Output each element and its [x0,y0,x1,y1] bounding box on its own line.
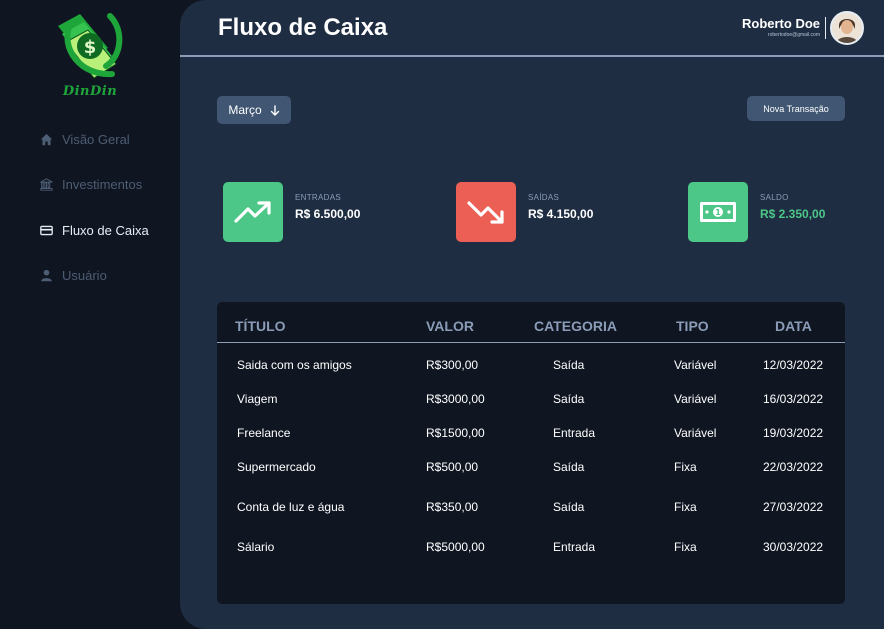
header: Fluxo de Caixa Roberto Doe robertodoe@gm… [180,0,884,57]
cell-titulo: Viagem [237,392,278,406]
card-label: SAÍDAS [528,193,560,202]
column-header-valor[interactable]: VALOR [426,318,474,334]
cell-titulo: Freelance [237,426,291,440]
sidebar-item-visao-geral[interactable]: Visão Geral [40,132,130,147]
table-row[interactable]: Supermercado R$500,00 Saída Fixa 22/03/2… [217,460,845,480]
column-header-data[interactable]: DATA [775,318,812,334]
sidebar-item-label: Fluxo de Caixa [62,223,149,238]
cell-categoria: Saída [553,460,585,474]
sidebar-item-fluxo-de-caixa[interactable]: Fluxo de Caixa [40,223,149,238]
card-label: SALDO [760,193,789,202]
month-label: Março [228,103,262,117]
sidebar-item-usuario[interactable]: Usuário [40,268,107,283]
card-value: R$ 6.500,00 [295,207,361,221]
cell-data: 12/03/2022 [763,358,824,372]
trending-down-icon [456,182,516,242]
cell-categoria: Entrada [553,540,596,554]
table-row[interactable]: Saida com os amigos R$300,00 Saída Variá… [217,358,845,378]
cell-tipo: Fixa [674,540,697,554]
money-logo-icon: $ [58,13,123,79]
cell-tipo: Variável [674,426,717,440]
summary-card-saidas: SAÍDAS R$ 4.150,00 [456,182,593,242]
cell-valor: R$300,00 [426,358,479,372]
cell-titulo: Sálario [237,540,275,554]
new-transaction-button[interactable]: Nova Transação [747,96,845,121]
column-header-titulo[interactable]: TÍTULO [235,318,286,334]
user-icon [41,269,52,282]
cell-titulo: Conta de luz e água [237,500,345,514]
sidebar-item-label: Usuário [62,268,107,283]
table-row[interactable]: Sálario R$5000,00 Entrada Fixa 30/03/202… [217,540,845,560]
cell-valor: R$5000,00 [426,540,485,554]
sidebar-item-investimentos[interactable]: Investimentos [40,177,142,192]
avatar-photo-icon [832,13,862,43]
money-icon: 1 [688,182,748,242]
sidebar-item-label: Investimentos [62,177,143,192]
cell-categoria: Saída [553,392,585,406]
header-divider [217,342,845,343]
trending-up-icon [223,182,283,242]
cell-data: 27/03/2022 [763,500,824,514]
page-title: Fluxo de Caixa [218,14,388,41]
cell-valor: R$500,00 [426,460,479,474]
bank-icon [40,178,53,191]
arrow-down-icon [270,104,279,116]
dindin-logo[interactable]: $ DinDin [50,8,130,103]
column-header-categoria[interactable]: CATEGORIA [534,318,617,334]
table-row[interactable]: Freelance R$1500,00 Entrada Variável 19/… [217,426,845,446]
cell-valor: R$350,00 [426,500,479,514]
month-select-button[interactable]: Março [217,96,291,124]
divider [825,17,826,39]
svg-text:$: $ [84,37,97,58]
cell-categoria: Saída [553,500,585,514]
cell-tipo: Fixa [674,460,697,474]
cell-data: 22/03/2022 [763,460,824,474]
cell-titulo: Supermercado [237,460,316,474]
cell-tipo: Variável [674,358,717,372]
avatar[interactable] [830,11,864,45]
credit-card-icon [40,225,53,236]
user-email: robertodoe@gmail.com [767,32,820,38]
column-header-tipo[interactable]: TIPO [676,318,709,334]
cell-data: 16/03/2022 [763,392,824,406]
home-icon [40,133,53,146]
cell-data: 30/03/2022 [763,540,824,554]
summary-card-saldo: 1 SALDO R$ 2.350,00 [688,182,825,242]
table-row[interactable]: Conta de luz e água R$350,00 Saída Fixa … [217,500,845,520]
svg-text:1: 1 [715,208,721,217]
summary-card-entradas: ENTRADAS R$ 6.500,00 [223,182,360,242]
sidebar-item-label: Visão Geral [62,132,130,147]
transactions-table: TÍTULO VALOR CATEGORIA TIPO DATA Saida c… [217,302,845,604]
brand-name: DinDin [62,84,118,99]
cell-data: 19/03/2022 [763,426,824,440]
cell-tipo: Fixa [674,500,697,514]
cell-valor: R$3000,00 [426,392,485,406]
cell-tipo: Variável [674,392,717,406]
sidebar: $ DinDin Visão Geral Investimentos Fluxo… [0,0,180,629]
table-row[interactable]: Viagem R$3000,00 Saída Variável 16/03/20… [217,392,845,412]
cell-categoria: Entrada [553,426,596,440]
card-value: R$ 4.150,00 [528,207,594,221]
cell-valor: R$1500,00 [426,426,485,440]
cell-categoria: Saída [553,358,585,372]
cell-titulo: Saida com os amigos [237,358,352,372]
main-panel: Fluxo de Caixa Roberto Doe robertodoe@gm… [180,0,884,629]
card-value: R$ 2.350,00 [760,207,826,221]
card-label: ENTRADAS [295,193,341,202]
user-name: Roberto Doe [742,16,820,31]
